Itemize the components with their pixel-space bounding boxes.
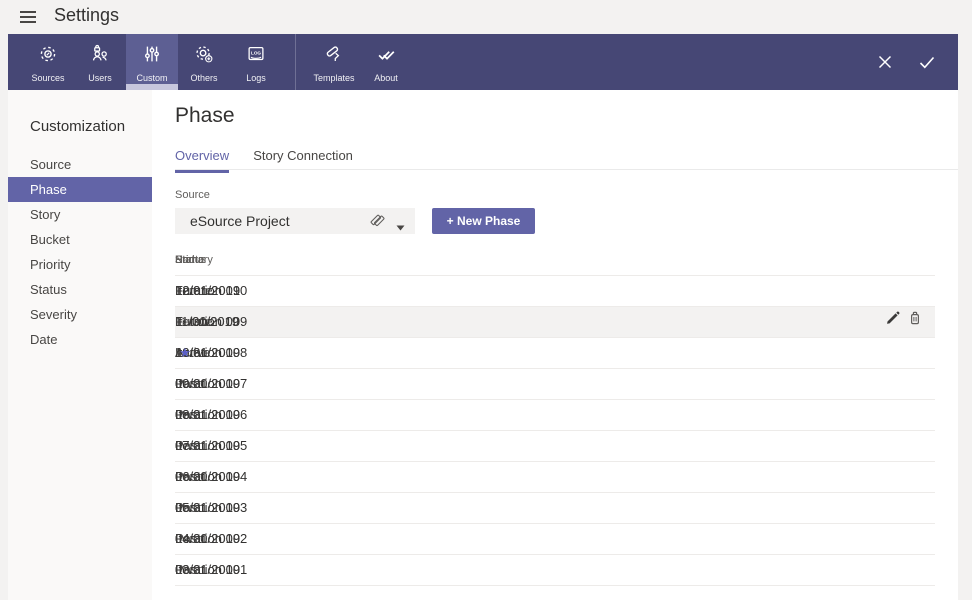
settings-toolbar: Sources Users (8, 34, 958, 90)
sidebar-item-bucket[interactable]: Bucket (8, 227, 152, 252)
close-icon[interactable] (876, 53, 894, 76)
customization-sidebar: Customization Source Phase Story Bucket … (8, 90, 152, 600)
log-book-icon: LOG (245, 43, 267, 70)
cell-status: Past (175, 555, 201, 585)
toolbar-label: Logs (246, 73, 266, 83)
star-filled-icon[interactable]: ★ (175, 338, 195, 368)
sidebar-item-phase[interactable]: Phase (8, 177, 152, 202)
tab-overview[interactable]: Overview (175, 147, 229, 169)
toolbar-label: Templates (313, 73, 354, 83)
cell-status: Past (175, 400, 201, 430)
hamburger-menu-icon[interactable] (20, 11, 36, 23)
toolbar-item-sources[interactable]: Sources (22, 34, 74, 90)
source-dropdown[interactable]: eSource Project (175, 208, 415, 234)
toolbar-label: Sources (31, 73, 64, 83)
phase-table: Name Start End Status Primary Iteration … (175, 250, 935, 586)
table-row-iteration-003[interactable]: Iteration 003 05/01/2019 05/31/2019 Past (175, 493, 935, 524)
confirm-check-icon[interactable] (918, 53, 936, 76)
table-row-iteration-006[interactable]: Iteration 006 08/01/2019 08/31/2019 Past (175, 400, 935, 431)
new-phase-button[interactable]: + New Phase (432, 208, 535, 234)
sidebar-item-priority[interactable]: Priority (8, 252, 152, 277)
table-row-iteration-010[interactable]: Iteration 010 12/01/2019 12/31/2019 Futu… (175, 276, 935, 307)
toolbar-label: Others (190, 73, 217, 83)
sidebar-item-source[interactable]: Source (8, 152, 152, 177)
table-row-iteration-001[interactable]: Iteration 001 03/01/2019 03/31/2019 Past (175, 555, 935, 586)
cell-status: Past (175, 524, 201, 554)
sidebar-item-date[interactable]: Date (8, 327, 152, 352)
sidebar-title: Customization (8, 90, 152, 135)
phase-panel: Phase Overview Story Connection Source e… (152, 90, 958, 600)
users-icon (89, 43, 111, 70)
toolbar-divider (295, 34, 296, 90)
sidebar-item-severity[interactable]: Severity (8, 302, 152, 327)
sources-gear-icon (37, 43, 59, 70)
source-dropdown-value: eSource Project (175, 213, 368, 229)
table-row-iteration-005[interactable]: Iteration 005 07/01/2019 07/31/2019 Past (175, 431, 935, 462)
sidebar-item-status[interactable]: Status (8, 277, 152, 302)
toolbar-item-others[interactable]: Others (178, 34, 230, 90)
table-row-iteration-009[interactable]: Iteration 009 11/01/2019 11/30/2019 Futu… (175, 307, 935, 338)
toolbar-label: About (374, 73, 398, 83)
toolbar-item-templates[interactable]: Templates (308, 34, 360, 90)
gear-plus-icon (193, 43, 215, 70)
page-title: Settings (54, 5, 119, 26)
tags-icon (368, 212, 386, 230)
column-header-primary: Primary (175, 254, 213, 266)
paint-roller-icon (323, 43, 345, 70)
table-row-iteration-008[interactable]: Iteration 008 10/01/2019 10/31/2019 Acti… (175, 338, 935, 369)
cell-status: Future (175, 276, 213, 306)
toolbar-label: Custom (136, 73, 167, 83)
toolbar-item-about[interactable]: About (360, 34, 412, 90)
table-row-iteration-002[interactable]: Iteration 002 04/01/2019 04/30/2019 Past (175, 524, 935, 555)
chevron-down-icon (396, 218, 405, 224)
tab-story-connection[interactable]: Story Connection (253, 147, 353, 169)
star-outline-icon[interactable]: ☆ (175, 307, 195, 337)
table-row-iteration-007[interactable]: Iteration 007 09/01/2019 09/30/2019 Past (175, 369, 935, 400)
edit-pencil-icon[interactable] (885, 307, 901, 323)
toolbar-item-users[interactable]: Users (74, 34, 126, 90)
cell-status: Past (175, 493, 201, 523)
cell-status: Past (175, 462, 201, 492)
table-row-iteration-004[interactable]: Iteration 004 06/01/2019 06/30/2019 Past (175, 462, 935, 493)
double-check-icon (375, 43, 397, 70)
top-bar: Settings (0, 0, 972, 34)
tab-bar: Overview Story Connection (175, 147, 958, 170)
toolbar-item-logs[interactable]: LOG Logs (230, 34, 282, 90)
cell-status: Past (175, 431, 201, 461)
settings-window: Settings Sources (0, 0, 972, 600)
svg-text:LOG: LOG (251, 50, 261, 55)
sidebar-item-story[interactable]: Story (8, 202, 152, 227)
source-field-label: Source (175, 189, 210, 201)
section-title: Phase (175, 104, 235, 128)
cell-status: Past (175, 369, 201, 399)
table-header: Name Start End Status Primary (175, 250, 935, 276)
toolbar-label: Users (88, 73, 112, 83)
delete-trash-icon[interactable] (907, 307, 923, 323)
toolbar-item-custom[interactable]: Custom (126, 34, 178, 90)
sliders-icon (141, 43, 163, 70)
